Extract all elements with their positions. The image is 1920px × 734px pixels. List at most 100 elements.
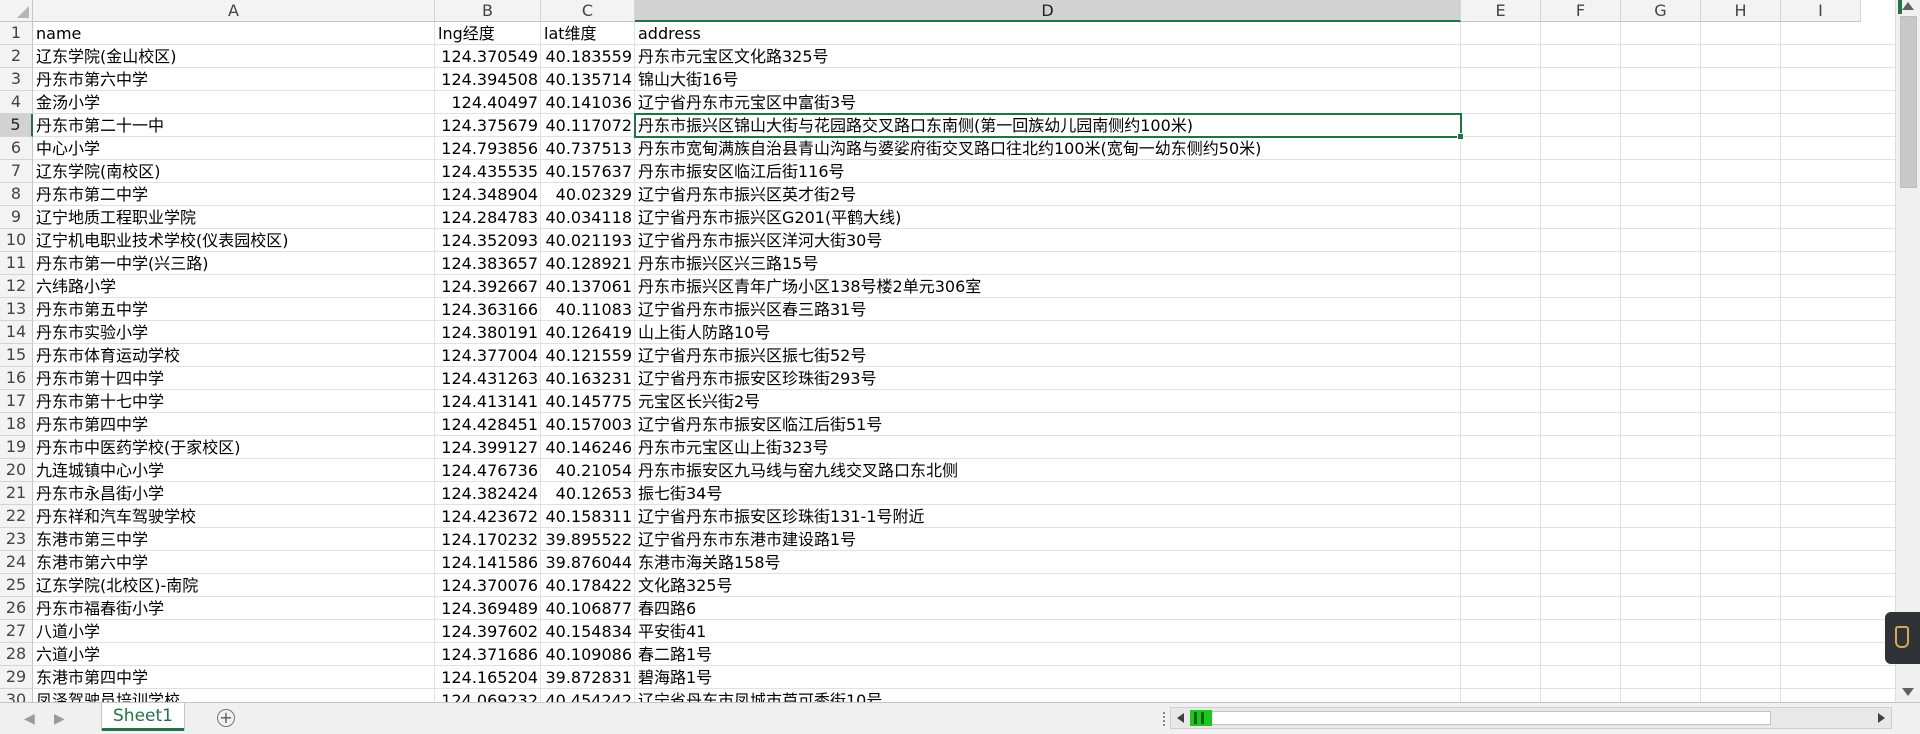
cell-lng[interactable]: 124.392667	[435, 275, 541, 298]
column-header-a[interactable]: A	[33, 0, 435, 22]
row-header[interactable]: 4	[0, 91, 33, 114]
cell-address[interactable]: 平安街41	[635, 620, 1461, 643]
row-header[interactable]: 12	[0, 275, 33, 298]
cell-name[interactable]: 丹东祥和汽车驾驶学校	[33, 505, 435, 528]
cell-lat[interactable]: 40.154834	[541, 620, 635, 643]
cell-name[interactable]: 丹东市第二中学	[33, 183, 435, 206]
row-header[interactable]: 26	[0, 597, 33, 620]
cell-name[interactable]: 辽东学院(南校区)	[33, 160, 435, 183]
cell-address[interactable]: 辽宁省丹东市振安区珍珠街131-1号附近	[635, 505, 1461, 528]
cell-address[interactable]: 丹东市宽甸满族自治县青山沟路与婆娑府街交叉路口往北约100米(宽甸一幼东侧约50…	[635, 137, 1461, 160]
cell-name[interactable]: 丹东市体育运动学校	[33, 344, 435, 367]
cell-lat[interactable]: 39.876044	[541, 551, 635, 574]
cell-lat[interactable]: 40.183559	[541, 45, 635, 68]
cell-address[interactable]: 辽宁省丹东市凤城市芦可秀街10号	[635, 689, 1461, 702]
row-header[interactable]: 29	[0, 666, 33, 689]
row-header[interactable]: 20	[0, 459, 33, 482]
cell-lat[interactable]: 39.895522	[541, 528, 635, 551]
cell-name[interactable]: 辽东学院(金山校区)	[33, 45, 435, 68]
cell-lat[interactable]: 40.106877	[541, 597, 635, 620]
cell-lng[interactable]: 124.383657	[435, 252, 541, 275]
row-header[interactable]: 24	[0, 551, 33, 574]
cell-name[interactable]: 九连城镇中心小学	[33, 459, 435, 482]
row-header[interactable]: 15	[0, 344, 33, 367]
cell-lng[interactable]: 124.369489	[435, 597, 541, 620]
row-header[interactable]: 5	[0, 114, 33, 137]
cell-lat[interactable]: 40.117072	[541, 114, 635, 137]
cell-address[interactable]: 元宝区长兴街2号	[635, 390, 1461, 413]
cell-address[interactable]: 辽宁省丹东市振兴区英才街2号	[635, 183, 1461, 206]
column-header-c[interactable]: C	[541, 0, 635, 22]
cell-name[interactable]: 八道小学	[33, 620, 435, 643]
cell-address[interactable]: 碧海路1号	[635, 666, 1461, 689]
cell-lng[interactable]: 124.352093	[435, 229, 541, 252]
cell-lat[interactable]: 40.178422	[541, 574, 635, 597]
cell-lat[interactable]: 40.12653	[541, 482, 635, 505]
cell-lat[interactable]: 40.454242	[541, 689, 635, 702]
cell-lng[interactable]: 124.431263	[435, 367, 541, 390]
cell-name[interactable]: 丹东市第一中学(兴三路)	[33, 252, 435, 275]
cell-address[interactable]: 山上街人防路10号	[635, 321, 1461, 344]
row-header[interactable]: 10	[0, 229, 33, 252]
cell-name[interactable]: 丹东市福春街小学	[33, 597, 435, 620]
cell-lng[interactable]: 124.069232	[435, 689, 541, 702]
cell-lng[interactable]: 124.423672	[435, 505, 541, 528]
cell-name[interactable]: 六纬路小学	[33, 275, 435, 298]
row-header[interactable]: 3	[0, 68, 33, 91]
vertical-scrollbar[interactable]	[1895, 0, 1920, 702]
column-header-h[interactable]: H	[1701, 0, 1781, 22]
cell-address[interactable]: 辽宁省丹东市振兴区振七街52号	[635, 344, 1461, 367]
cell-lat[interactable]: 40.146246	[541, 436, 635, 459]
cell-address[interactable]: 辽宁省丹东市振兴区G201(平鹤大线)	[635, 206, 1461, 229]
cell-lng[interactable]: 124.793856	[435, 137, 541, 160]
cell-name[interactable]: 东港市第六中学	[33, 551, 435, 574]
cell-address[interactable]: 春二路1号	[635, 643, 1461, 666]
scroll-right-arrow-icon[interactable]	[1878, 713, 1885, 723]
cell-address[interactable]: 辽宁省丹东市振兴区洋河大街30号	[635, 229, 1461, 252]
cell-name[interactable]: 丹东市第二十一中	[33, 114, 435, 137]
horizontal-scroll-thumb[interactable]	[1191, 711, 1771, 725]
cell-lng[interactable]: 124.141586	[435, 551, 541, 574]
cell-lat[interactable]: lat维度	[541, 22, 635, 45]
cell-address[interactable]: 锦山大街16号	[635, 68, 1461, 91]
column-header-b[interactable]: B	[435, 0, 541, 22]
column-header-g[interactable]: G	[1621, 0, 1701, 22]
vertical-scroll-thumb[interactable]	[1900, 16, 1917, 188]
column-header-e[interactable]: E	[1461, 0, 1541, 22]
column-header-f[interactable]: F	[1541, 0, 1621, 22]
cell-address[interactable]: 丹东市振兴区锦山大街与花园路交叉路口东南侧(第一回族幼儿园南侧约100米)	[635, 114, 1461, 137]
row-header[interactable]: 16	[0, 367, 33, 390]
row-header[interactable]: 13	[0, 298, 33, 321]
cell-name[interactable]: 丹东市第五中学	[33, 298, 435, 321]
scroll-up-arrow-icon[interactable]	[1902, 2, 1914, 10]
cell-address[interactable]: 辽宁省丹东市元宝区中富街3号	[635, 91, 1461, 114]
cell-lng[interactable]: 124.394508	[435, 68, 541, 91]
cell-lng[interactable]: lng经度	[435, 22, 541, 45]
row-header[interactable]: 18	[0, 413, 33, 436]
cell-lat[interactable]: 40.034118	[541, 206, 635, 229]
cell-name[interactable]: 辽宁机电职业技术学校(仪表园校区)	[33, 229, 435, 252]
cell-lat[interactable]: 40.737513	[541, 137, 635, 160]
cell-name[interactable]: 东港市第四中学	[33, 666, 435, 689]
cell-address[interactable]: 辽宁省丹东市振安区珍珠街293号	[635, 367, 1461, 390]
cell-lng[interactable]: 124.363166	[435, 298, 541, 321]
row-header[interactable]: 2	[0, 45, 33, 68]
cell-lng[interactable]: 124.40497	[435, 91, 541, 114]
cell-address[interactable]: 春四路6	[635, 597, 1461, 620]
cell-lat[interactable]: 40.141036	[541, 91, 635, 114]
cell-lng[interactable]: 124.370076	[435, 574, 541, 597]
cell-address[interactable]: address	[635, 22, 1461, 45]
cell-lng[interactable]: 124.382424	[435, 482, 541, 505]
spreadsheet-grid[interactable]: A B C D E F G H I 1 name lng经度 lat维度 address 2 辽东学院(金山校…	[0, 0, 1920, 702]
cell-name[interactable]: 金汤小学	[33, 91, 435, 114]
cell-name[interactable]: 六道小学	[33, 643, 435, 666]
side-widget-button[interactable]	[1885, 612, 1920, 664]
select-all-corner[interactable]	[0, 0, 33, 22]
cell-lat[interactable]: 40.157637	[541, 160, 635, 183]
tab-splitter-handle[interactable]	[1163, 712, 1169, 726]
row-header[interactable]: 21	[0, 482, 33, 505]
cell-address[interactable]: 振七街34号	[635, 482, 1461, 505]
cell-lat[interactable]: 40.109086	[541, 643, 635, 666]
cell-lat[interactable]: 40.128921	[541, 252, 635, 275]
cell-address[interactable]: 辽宁省丹东市东港市建设路1号	[635, 528, 1461, 551]
